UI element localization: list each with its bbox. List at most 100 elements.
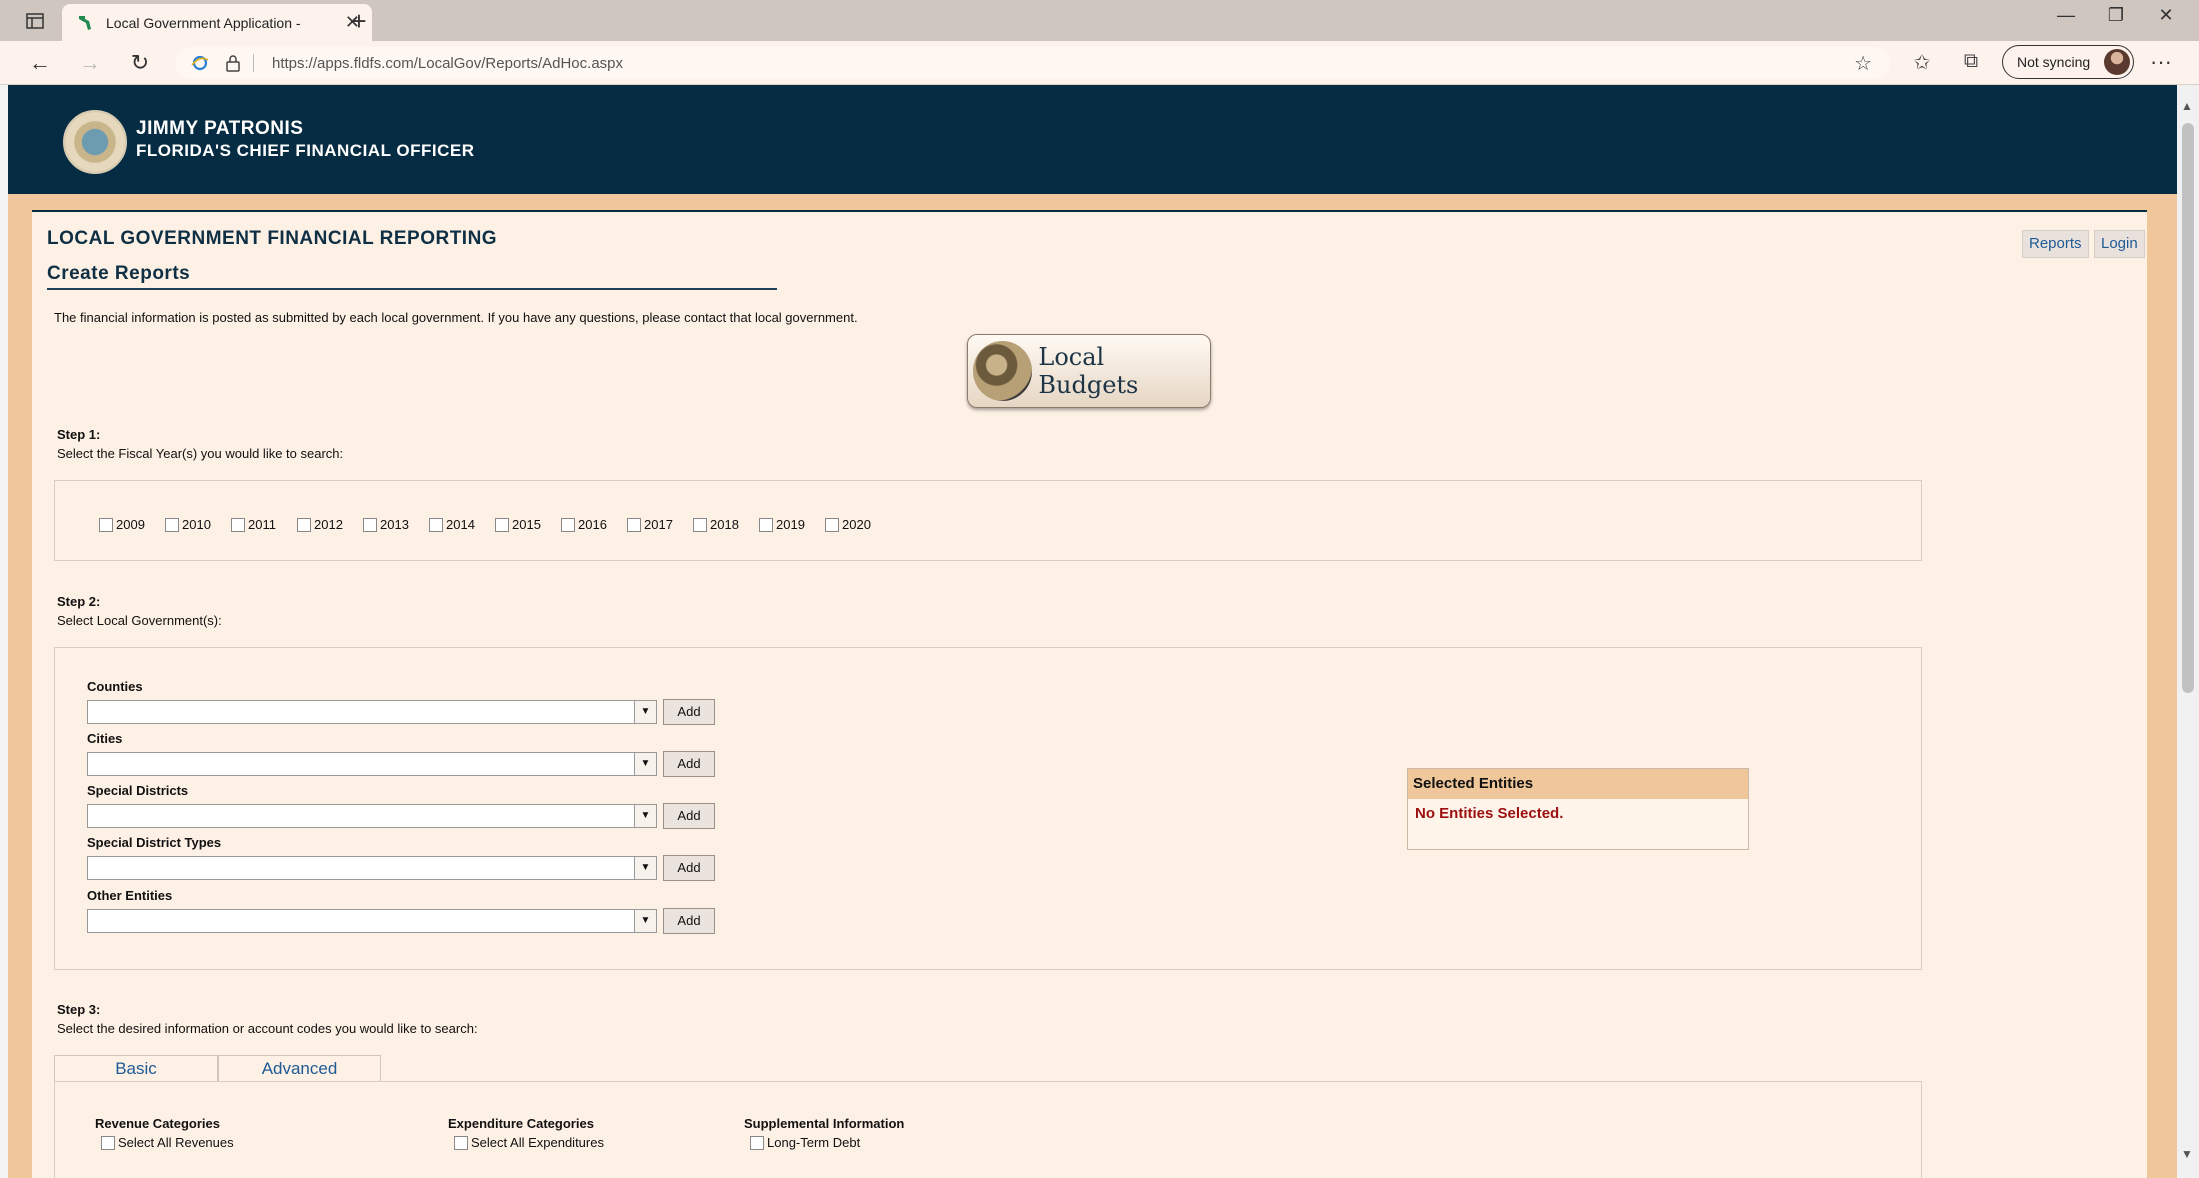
- main-content: LOCAL GOVERNMENT FINANCIAL REPORTING Cre…: [32, 210, 2147, 1178]
- reports-link[interactable]: Reports: [2022, 230, 2089, 258]
- step3-label: Step 3:: [57, 1002, 101, 1017]
- expenditure-all-checkbox[interactable]: [454, 1135, 468, 1150]
- other-entities-select[interactable]: ▼: [87, 909, 657, 933]
- page-scrollbar[interactable]: ▲ ▼: [2177, 85, 2199, 1178]
- revenue-all-checkbox[interactable]: [101, 1135, 115, 1150]
- select-all-expenditures[interactable]: Select All Expenditures: [454, 1135, 604, 1150]
- fiscal-year-2020[interactable]: 2020: [825, 517, 871, 532]
- intro-text: The financial information is posted as s…: [54, 310, 858, 325]
- scroll-thumb[interactable]: [2182, 123, 2194, 693]
- category-panel: Revenue Categories Select All Revenues E…: [54, 1081, 1922, 1178]
- back-arrow-icon[interactable]: ←: [24, 49, 56, 77]
- chevron-down-icon[interactable]: ▼: [634, 910, 656, 932]
- chevron-down-icon[interactable]: ▼: [634, 805, 656, 827]
- year-checkbox[interactable]: [627, 517, 641, 532]
- local-budgets-label: Local Budgets: [1038, 343, 1139, 399]
- fiscal-year-2009[interactable]: 2009: [99, 517, 145, 532]
- year-checkbox[interactable]: [363, 517, 377, 532]
- add-county-button[interactable]: Add: [663, 699, 715, 725]
- favorite-star-icon[interactable]: ☆: [1854, 51, 1872, 76]
- special-district-types-select[interactable]: ▼: [87, 856, 657, 880]
- selected-entities-box: Selected Entities No Entities Selected.: [1407, 768, 1749, 850]
- expenditure-categories-heading: Expenditure Categories: [448, 1116, 594, 1131]
- money-rolls-icon: [973, 341, 1033, 401]
- restore-icon[interactable]: ❐: [2096, 5, 2136, 26]
- local-budgets-button[interactable]: Local Budgets: [967, 334, 1211, 408]
- page-title: LOCAL GOVERNMENT FINANCIAL REPORTING: [47, 228, 498, 249]
- fiscal-year-2017[interactable]: 2017: [627, 517, 673, 532]
- ie-mode-icon[interactable]: [191, 54, 209, 72]
- fiscal-year-2015[interactable]: 2015: [495, 517, 541, 532]
- florida-favicon-icon: [79, 15, 91, 30]
- favorites-list-icon[interactable]: ✩: [1907, 50, 1937, 76]
- cities-select[interactable]: ▼: [87, 752, 657, 776]
- fiscal-year-2018[interactable]: 2018: [693, 517, 739, 532]
- chevron-down-icon[interactable]: ▼: [634, 753, 656, 775]
- browser-address-bar: ← → ↻ https://apps.fldfs.com/LocalGov/Re…: [0, 41, 2199, 85]
- new-tab-icon[interactable]: +: [342, 6, 376, 37]
- year-checkbox[interactable]: [99, 517, 113, 532]
- special-districts-label: Special Districts: [87, 783, 189, 798]
- fiscal-year-2013[interactable]: 2013: [363, 517, 409, 532]
- browser-tab-active[interactable]: Local Government Application - ✕: [62, 4, 372, 41]
- step3-description: Select the desired information or accoun…: [57, 1021, 478, 1036]
- minimize-icon[interactable]: —: [2046, 5, 2086, 26]
- year-checkbox[interactable]: [693, 517, 707, 532]
- close-window-icon[interactable]: ✕: [2146, 5, 2186, 26]
- other-entities-label: Other Entities: [87, 888, 173, 903]
- add-city-button[interactable]: Add: [663, 751, 715, 777]
- special-district-types-label: Special District Types: [87, 835, 222, 850]
- chevron-down-icon[interactable]: ▼: [634, 857, 656, 879]
- tab-title: Local Government Application -: [106, 14, 301, 31]
- long-term-debt-option[interactable]: Long-Term Debt: [750, 1135, 860, 1150]
- browser-tab-bar: Local Government Application - ✕ + — ❐ ✕: [0, 0, 2199, 41]
- profile-avatar: [2104, 49, 2130, 75]
- fiscal-year-2010[interactable]: 2010: [165, 517, 211, 532]
- fiscal-year-panel: 2009 2010 2011 2012 2013 2014 2015 2016 …: [54, 480, 1922, 561]
- year-checkbox[interactable]: [495, 517, 509, 532]
- login-link[interactable]: Login: [2094, 230, 2145, 258]
- local-government-panel: Counties ▼ Add Cities ▼ Add Special Dist…: [54, 647, 1922, 970]
- year-checkbox[interactable]: [759, 517, 773, 532]
- year-checkbox[interactable]: [297, 517, 311, 532]
- step3-tabs-area: Basic Advanced Revenue Categories Select…: [54, 1055, 1922, 1178]
- long-term-debt-checkbox[interactable]: [750, 1135, 764, 1150]
- special-districts-select[interactable]: ▼: [87, 804, 657, 828]
- fiscal-year-2011[interactable]: 2011: [231, 517, 276, 532]
- url-text: https://apps.fldfs.com/LocalGov/Reports/…: [272, 54, 623, 72]
- year-checkbox[interactable]: [561, 517, 575, 532]
- fiscal-year-2019[interactable]: 2019: [759, 517, 805, 532]
- page-subtitle: Create Reports: [47, 263, 191, 284]
- counties-label: Counties: [87, 679, 143, 694]
- tab-advanced[interactable]: Advanced: [218, 1055, 381, 1081]
- add-special-district-type-button[interactable]: Add: [663, 855, 715, 881]
- year-checkbox[interactable]: [429, 517, 443, 532]
- url-field[interactable]: https://apps.fldfs.com/LocalGov/Reports/…: [175, 47, 1890, 79]
- forward-arrow-icon[interactable]: →: [74, 49, 106, 77]
- year-checkbox[interactable]: [165, 517, 179, 532]
- scroll-up-icon[interactable]: ▲: [2181, 99, 2193, 113]
- tab-basic[interactable]: Basic: [54, 1055, 218, 1081]
- tab-actions-icon[interactable]: [20, 9, 50, 33]
- collections-icon[interactable]: ⧉: [1956, 50, 1986, 76]
- select-all-revenues[interactable]: Select All Revenues: [101, 1135, 234, 1150]
- profile-sync-button[interactable]: Not syncing: [2002, 45, 2134, 79]
- scroll-down-icon[interactable]: ▼: [2181, 1147, 2193, 1161]
- add-other-entity-button[interactable]: Add: [663, 908, 715, 934]
- lock-icon[interactable]: [225, 54, 241, 72]
- step1-label: Step 1:: [57, 427, 101, 442]
- florida-cfo-seal-icon: [63, 110, 127, 174]
- counties-select[interactable]: ▼: [87, 700, 657, 724]
- url-separator: [253, 54, 254, 72]
- no-entities-message: No Entities Selected.: [1415, 805, 1564, 822]
- chevron-down-icon[interactable]: ▼: [634, 701, 656, 723]
- fiscal-year-2014[interactable]: 2014: [429, 517, 475, 532]
- more-options-icon[interactable]: ···: [2150, 49, 2172, 75]
- add-special-district-button[interactable]: Add: [663, 803, 715, 829]
- year-checkbox[interactable]: [231, 517, 245, 532]
- fiscal-year-2012[interactable]: 2012: [297, 517, 343, 532]
- fiscal-year-2016[interactable]: 2016: [561, 517, 607, 532]
- selected-entities-header: Selected Entities: [1408, 769, 1748, 799]
- refresh-icon[interactable]: ↻: [124, 49, 156, 77]
- year-checkbox[interactable]: [825, 517, 839, 532]
